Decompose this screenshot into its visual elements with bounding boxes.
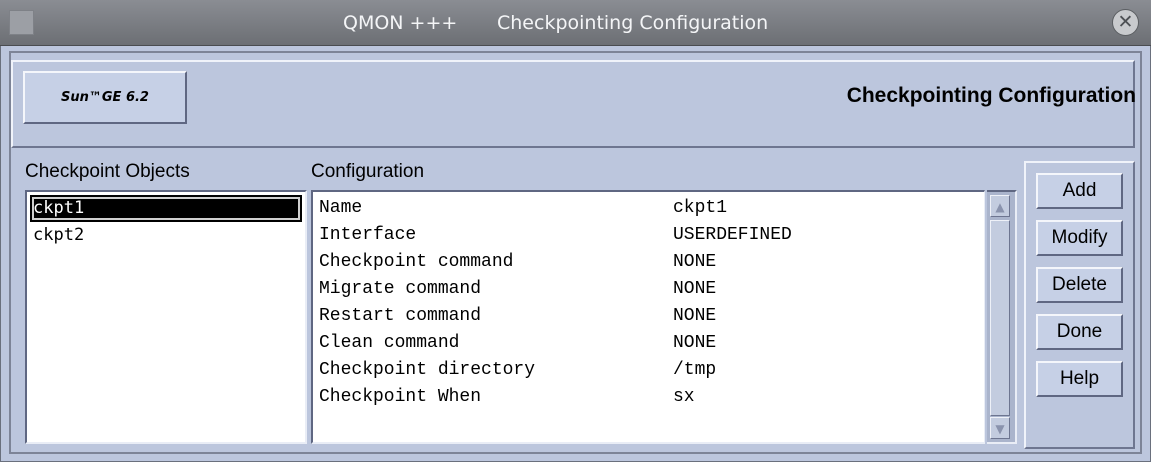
page-title: Checkpointing Configuration — [846, 84, 1136, 107]
config-row: Name ckpt1 — [319, 195, 984, 222]
config-value: NONE — [673, 279, 717, 299]
config-key: Name — [319, 198, 363, 218]
config-scrollbar[interactable]: ▲ ▼ — [987, 190, 1017, 444]
app-title: QMON +++ — [343, 12, 458, 34]
config-key: Restart command — [319, 306, 482, 326]
config-value: sx — [673, 387, 695, 407]
config-row: Checkpoint command NONE — [319, 249, 984, 276]
config-row: Migrate command NONE — [319, 276, 984, 303]
arrow-up-icon[interactable]: ▲ — [990, 195, 1010, 217]
scrollbar-thumb[interactable] — [990, 220, 1010, 416]
config-key: Checkpoint directory — [319, 360, 536, 380]
config-value: NONE — [673, 306, 717, 326]
config-row: Interface USERDEFINED — [319, 222, 984, 249]
list-item[interactable]: ckpt2 — [30, 222, 302, 249]
config-value: NONE — [673, 333, 717, 353]
config-row: Clean command NONE — [319, 330, 984, 357]
window-menu-icon[interactable] — [9, 10, 34, 35]
dialog-body: Sun™GE 6.2 Checkpointing Configuration C… — [0, 46, 1151, 462]
window-title: Checkpointing Configuration — [497, 12, 769, 34]
configuration-view: Name ckpt1 Interface USERDEFINED Checkpoin… — [311, 190, 985, 444]
list-item[interactable]: ckpt1 — [30, 195, 302, 222]
config-row: Restart command NONE — [319, 303, 984, 330]
help-button[interactable]: Help — [1036, 361, 1123, 397]
add-button[interactable]: Add — [1036, 173, 1123, 209]
config-value: ckpt1 — [673, 198, 728, 218]
action-button-panel: Add Modify Delete Done Help — [1024, 161, 1135, 449]
config-key: Checkpoint When — [319, 387, 482, 407]
configuration-label: Configuration — [311, 161, 425, 182]
checkpoint-objects-list[interactable]: ckpt1 ckpt2 — [25, 190, 307, 444]
config-value: NONE — [673, 252, 717, 272]
config-key: Interface — [319, 225, 417, 245]
modify-button[interactable]: Modify — [1036, 220, 1123, 256]
close-icon[interactable]: ✕ — [1112, 9, 1139, 36]
config-row: Checkpoint directory/tmp — [319, 357, 984, 384]
config-value: USERDEFINED — [673, 225, 792, 245]
arrow-down-icon[interactable]: ▼ — [990, 417, 1010, 439]
config-value: /tmp — [673, 360, 717, 380]
config-key: Clean command — [319, 333, 460, 353]
config-row: Checkpoint When sx — [319, 384, 984, 411]
config-key: Checkpoint command — [319, 252, 514, 272]
config-key: Migrate command — [319, 279, 482, 299]
checkpoint-objects-label: Checkpoint Objects — [25, 161, 190, 182]
done-button[interactable]: Done — [1036, 314, 1123, 350]
sge-logo-button[interactable]: Sun™GE 6.2 — [23, 71, 187, 124]
delete-button[interactable]: Delete — [1036, 267, 1123, 303]
title-bar: QMON +++ Checkpointing Configuration ✕ — [0, 0, 1151, 46]
